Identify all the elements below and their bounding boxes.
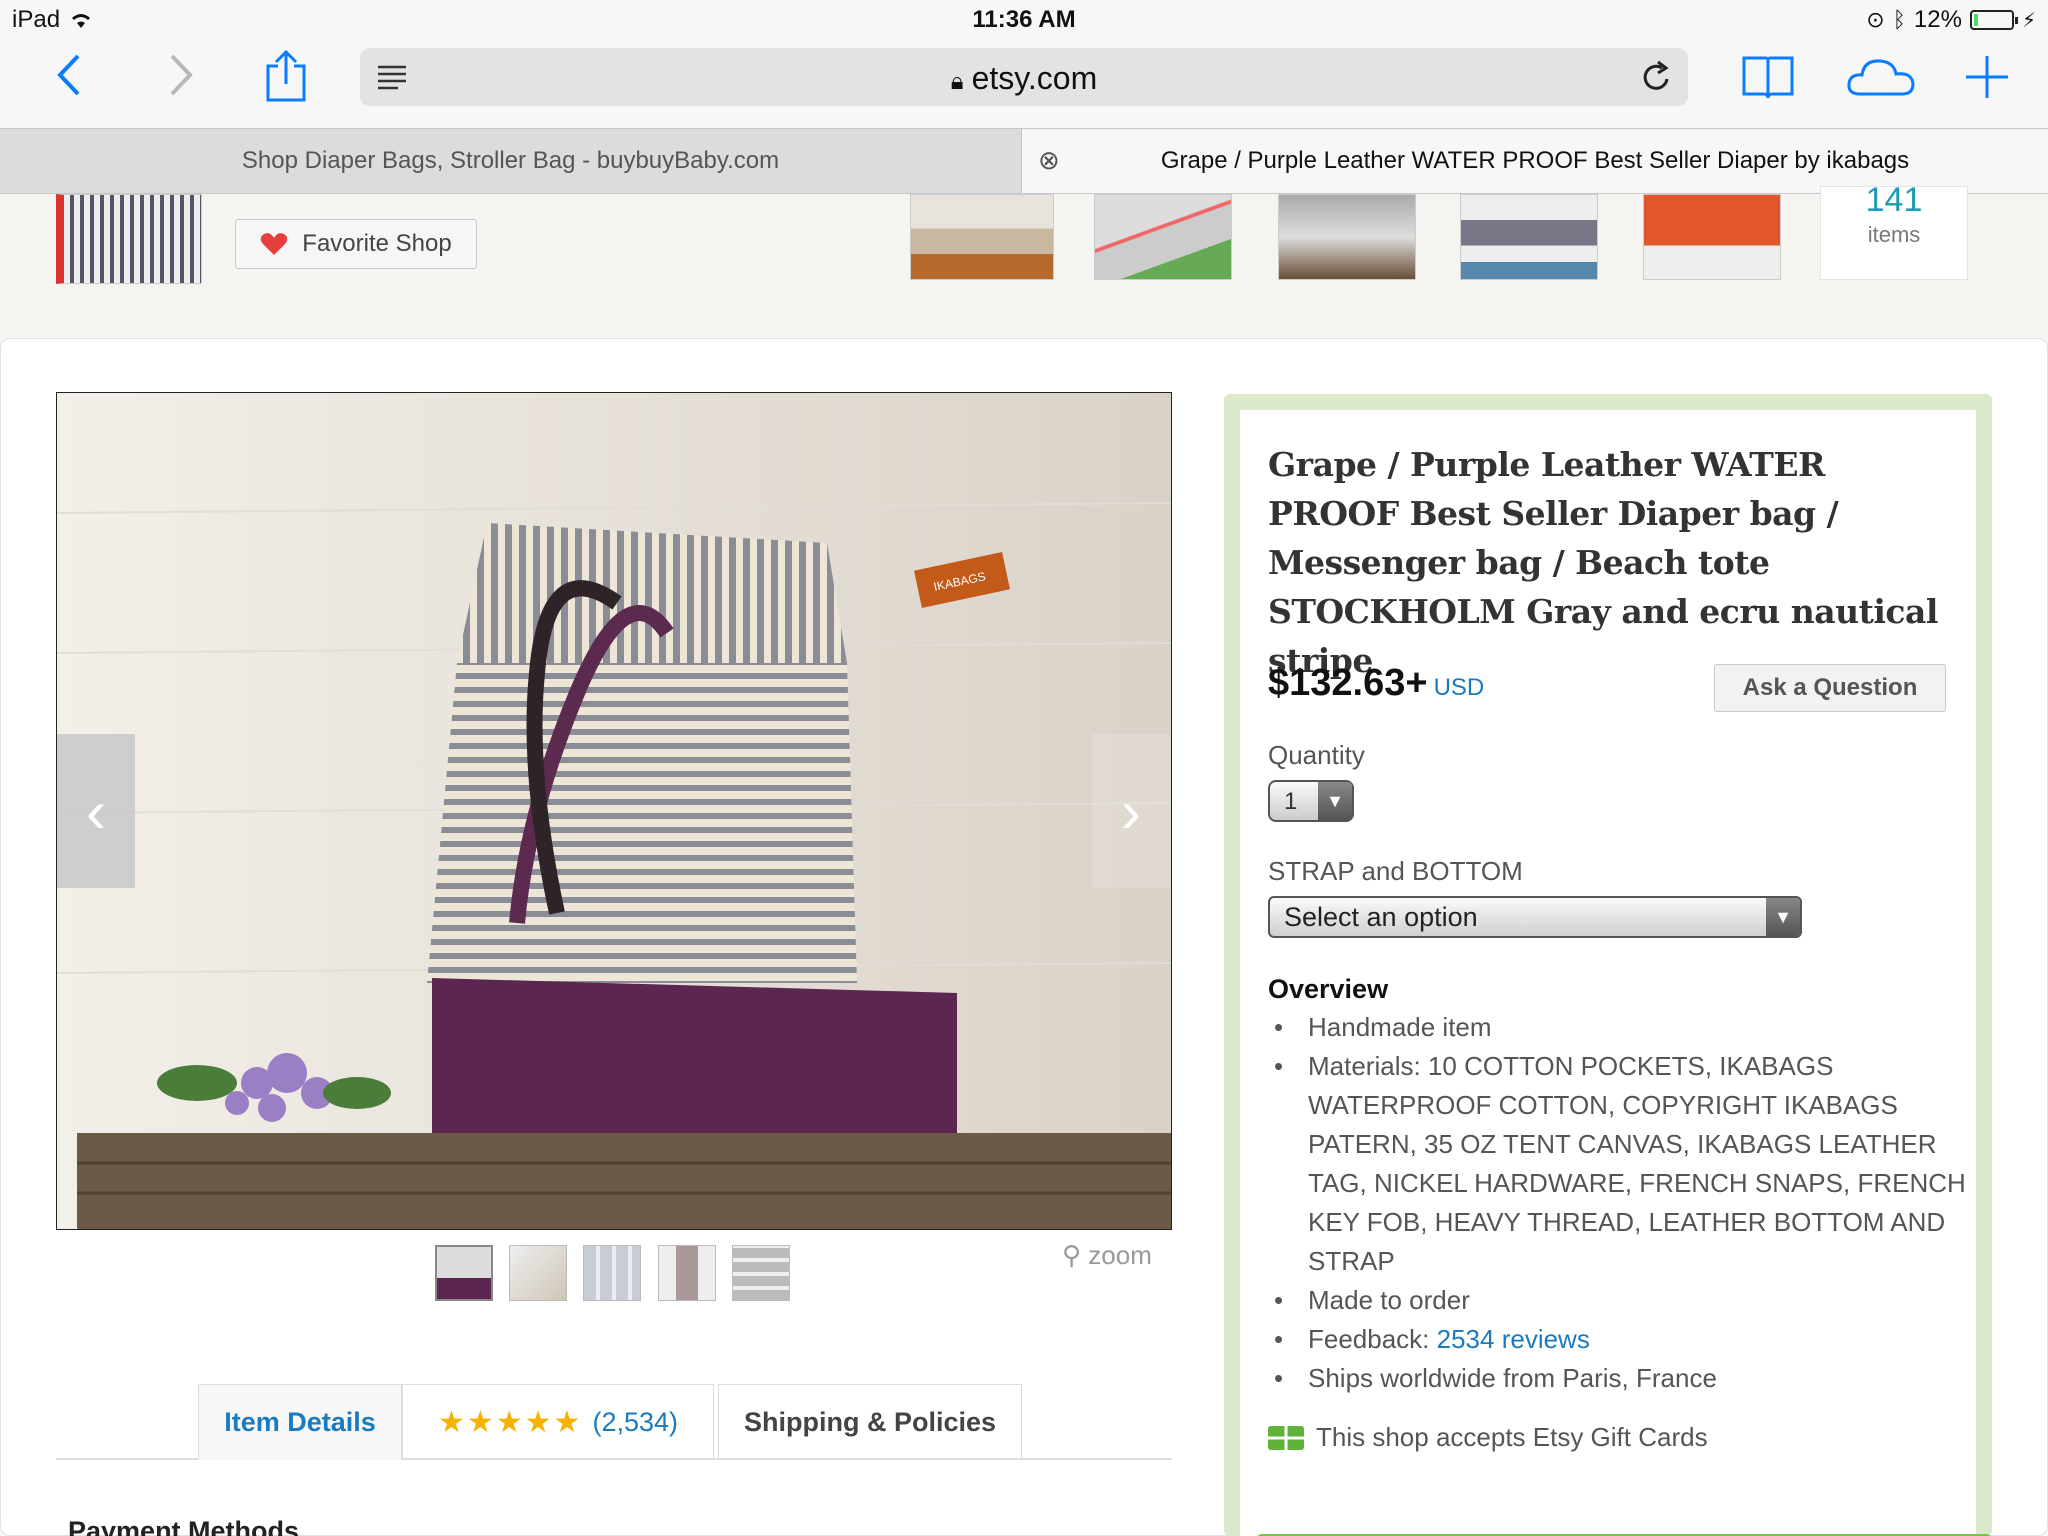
url-text: etsy.com — [971, 60, 1098, 96]
tab-label: Shipping & Policies — [743, 1407, 997, 1437]
strap-value: Select an option — [1284, 902, 1478, 932]
tab-label: Item Details — [224, 1407, 376, 1437]
payment-methods-heading: Payment Methods — [68, 1516, 300, 1536]
listing-photo[interactable]: IKABAGS — [56, 392, 1172, 1230]
overview-list: Handmade item Materials: 10 COTTON POCKE… — [1268, 1008, 1968, 1398]
chevron-right-icon: › — [1121, 777, 1141, 845]
share-icon — [266, 49, 306, 102]
overview-item: Feedback: 2534 reviews — [1268, 1320, 1968, 1359]
forward-button[interactable] — [166, 52, 196, 107]
strap-label: STRAP and BOTTOM — [1268, 856, 1523, 886]
favorite-shop-label: Favorite Shop — [302, 230, 452, 257]
tab-title: Grape / Purple Leather WATER PROOF Best … — [1160, 147, 1910, 174]
icloud-tabs-button[interactable] — [1846, 56, 1916, 103]
battery-icon — [1969, 10, 2018, 30]
zoom-button[interactable]: ⚲ zoom — [1062, 1240, 1152, 1271]
share-button[interactable] — [262, 48, 310, 109]
overview-item: Materials: 10 COTTON POCKETS, IKABAGS WA… — [1268, 1047, 1968, 1281]
plus-icon — [1966, 56, 2008, 98]
tab-reviews[interactable]: ★★★★★ (2,534) — [402, 1384, 714, 1460]
gift-cards-note: This shop accepts Etsy Gift Cards — [1268, 1422, 1708, 1453]
chevron-left-icon: ‹ — [86, 777, 106, 845]
book-icon — [1742, 56, 1794, 99]
reviews-link[interactable]: 2534 reviews — [1437, 1324, 1590, 1354]
photo-thumbnail[interactable] — [509, 1245, 567, 1301]
shop-item-thumb[interactable] — [1278, 194, 1416, 280]
next-photo-button[interactable]: › — [1092, 734, 1170, 888]
back-button[interactable] — [54, 52, 84, 107]
photo-thumbnail[interactable] — [583, 1245, 641, 1301]
zoom-label: zoom — [1088, 1240, 1152, 1270]
address-bar[interactable]: 🔒︎ etsy.com — [360, 48, 1688, 106]
photo-thumbnail[interactable] — [658, 1245, 716, 1301]
listing-info-inner: Grape / Purple Leather WATER PROOF Best … — [1240, 410, 1992, 1536]
battery-fill — [1973, 14, 1979, 26]
tab-buybuybaby[interactable]: Shop Diaper Bags, Stroller Bag - buybuyB… — [0, 129, 1022, 193]
status-bar: 11:36 AM iPad ⊙ ᛒ 12% ⚡ — [0, 0, 2048, 44]
rating-stars: ★★★★★ — [437, 1406, 583, 1439]
listing-title: Grape / Purple Leather WATER PROOF Best … — [1268, 445, 1938, 680]
listing-info-panel: Grape / Purple Leather WATER PROOF Best … — [1224, 394, 1992, 1536]
status-left: iPad — [12, 6, 94, 34]
overview-item: Made to order — [1268, 1281, 1968, 1320]
shop-banner-image[interactable] — [56, 194, 202, 284]
quantity-label: Quantity — [1268, 740, 1365, 770]
dropdown-arrow-icon: ▼ — [1766, 898, 1800, 936]
quantity-value: 1 — [1284, 788, 1298, 815]
tab-title: Shop Diaper Bags, Stroller Bag - buybuyB… — [241, 147, 780, 174]
price-value: $132.63+ — [1268, 662, 1428, 704]
chevron-right-icon — [170, 54, 193, 96]
wifi-icon — [72, 14, 91, 28]
quantity-select[interactable]: 1 ▼ — [1268, 780, 1354, 822]
detail-tabs: Item Details ★★★★★ (2,534) Shipping & Po… — [56, 1384, 1172, 1460]
gift-card-icon — [1268, 1425, 1304, 1450]
favorite-shop-button[interactable]: Favorite Shop — [235, 219, 477, 269]
tab-shipping-policies[interactable]: Shipping & Policies — [718, 1384, 1022, 1460]
reviews-count: (2,534) — [592, 1407, 679, 1437]
charging-icon: ⚡ — [2021, 9, 2036, 32]
lock-icon: 🔒︎ — [950, 68, 964, 95]
dropdown-arrow-icon: ▼ — [1318, 782, 1352, 820]
cloud-icon — [1847, 59, 1915, 96]
feedback-label: Feedback: — [1308, 1324, 1430, 1354]
shop-item-thumb[interactable] — [1643, 194, 1781, 280]
status-time: 11:36 AM — [972, 6, 1076, 33]
previous-photo-button[interactable]: ‹ — [57, 734, 135, 888]
shop-header: Favorite Shop 141 items — [0, 186, 2048, 338]
rotation-lock-icon: ⊙ — [1866, 7, 1885, 32]
device-label: iPad — [12, 6, 61, 33]
shop-items-count[interactable]: 141 items — [1820, 186, 1968, 280]
tab-item-details[interactable]: Item Details — [198, 1384, 402, 1460]
overview-item: Ships worldwide from Paris, France — [1268, 1359, 1968, 1398]
shop-item-thumb[interactable] — [1460, 194, 1598, 280]
items-count: 141 — [1865, 186, 1923, 219]
tab-bar: Shop Diaper Bags, Stroller Bag - buybuyB… — [0, 128, 2048, 194]
magnifier-icon: ⚲ — [1062, 1240, 1082, 1270]
shop-item-thumb[interactable] — [910, 194, 1054, 280]
currency-code: USD — [1433, 674, 1485, 701]
price: $132.63+ USD — [1268, 662, 1484, 705]
photo-thumbnail[interactable] — [732, 1245, 790, 1301]
ask-question-button[interactable]: Ask a Question — [1714, 664, 1946, 712]
overview-item: Handmade item — [1268, 1008, 1968, 1047]
strap-select[interactable]: Select an option ▼ — [1268, 896, 1802, 938]
shop-item-thumb[interactable] — [1094, 194, 1232, 280]
battery-percent: 12% — [1913, 6, 1962, 33]
tab-etsy[interactable]: ⊗ Grape / Purple Leather WATER PROOF Bes… — [1022, 129, 2048, 193]
status-right: ⊙ ᛒ 12% ⚡ — [1866, 6, 2036, 34]
items-label: items — [1867, 222, 1921, 247]
bookmarks-button[interactable] — [1740, 54, 1796, 105]
chevron-left-icon — [57, 54, 80, 96]
heart-icon — [261, 233, 288, 255]
product-image: IKABAGS — [57, 393, 1171, 1229]
gift-cards-label: This shop accepts Etsy Gift Cards — [1316, 1422, 1708, 1452]
url-display[interactable]: 🔒︎ etsy.com — [360, 60, 1688, 97]
reload-icon — [1643, 60, 1669, 90]
overview-heading: Overview — [1268, 974, 1389, 1004]
photo-thumbnail[interactable] — [435, 1245, 493, 1301]
bluetooth-icon: ᛒ — [1892, 7, 1906, 32]
reload-button[interactable] — [1640, 60, 1672, 99]
new-tab-button[interactable] — [1964, 54, 2010, 105]
